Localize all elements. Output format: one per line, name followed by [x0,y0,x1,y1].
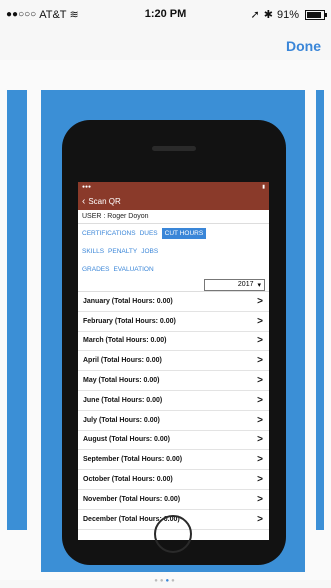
month-row: March (Total Hours: 0.00) > [78,332,269,352]
month-label: July (Total Hours: 0.00) [83,416,160,424]
tab-dues: DUES [139,229,158,237]
year-value: 2017 [237,281,254,288]
chevron-right-icon: > [257,513,263,525]
phone-speaker [152,146,196,151]
user-label: USER : Roger Doyon [78,210,269,224]
chevron-right-icon: > [257,493,263,505]
status-right: ➚ ✱ 91% [250,8,327,21]
month-row: May (Total Hours: 0.00) > [78,371,269,391]
chevron-right-icon: > [257,454,263,466]
tab-penalty: PENALTY [108,247,138,255]
month-row: September (Total Hours: 0.00) > [78,450,269,471]
chevron-right-icon: > [257,414,263,426]
status-bar: ●●○○○ AT&T ≋ 1:20 PM ➚ ✱ 91% [0,0,331,28]
next-image-preview[interactable] [316,90,324,530]
inner-nav-title: Scan QR [88,196,121,206]
chevron-right-icon: > [257,295,263,307]
image-viewer: ●●● ▮ ‹ Scan QR USER : Roger Doyon CERTIF… [0,60,331,580]
back-chevron-icon: ‹ [82,195,86,207]
chevron-right-icon: > [257,434,263,446]
month-row: February (Total Hours: 0.00) > [78,312,269,332]
month-label: March (Total Hours: 0.00) [83,337,167,345]
phone-home-button [154,515,192,553]
tab-skills: SKILLS [82,247,105,255]
month-label: October (Total Hours: 0.00) [83,476,173,484]
bluetooth-icon: ✱ [263,9,273,21]
chevron-right-icon: > [257,315,263,327]
month-label: January (Total Hours: 0.00) [83,297,173,305]
tab-grades: GRADES [82,265,110,273]
tab-row-2: SKILLS PENALTY JOBS [78,242,269,260]
page-dot: ● [171,578,177,584]
battery-icon [305,9,327,20]
location-icon: ➚ [250,9,260,21]
tab-row-3: GRADES EVALUATION [78,260,269,278]
month-row: April (Total Hours: 0.00) > [78,351,269,372]
chevron-right-icon: > [257,474,263,486]
month-list: January (Total Hours: 0.00) > February (T… [78,292,269,530]
tab-evaluation: EVALUATION [113,265,154,273]
month-label: June (Total Hours: 0.00) [83,396,163,404]
previous-image-preview[interactable] [7,90,27,530]
month-label: August (Total Hours: 0.00) [83,436,170,444]
month-row: October (Total Hours: 0.00) > [78,470,269,490]
page-indicator[interactable]: ●●●● [0,578,331,584]
inner-status-bar: ●●● ▮ [78,182,269,192]
month-row: August (Total Hours: 0.00) > [78,431,269,451]
month-row: June (Total Hours: 0.00) > [78,391,269,411]
month-label: April (Total Hours: 0.00) [83,357,162,365]
phone-screen: ●●● ▮ ‹ Scan QR USER : Roger Doyon CERTIF… [78,182,269,540]
year-select: 2017 ▾ [204,278,265,291]
tab-jobs: JOBS [141,247,159,255]
chevron-right-icon: > [257,335,263,347]
month-label: November (Total Hours: 0.00) [83,495,181,503]
chevron-right-icon: > [257,394,263,406]
done-button[interactable]: Done [286,38,321,54]
dropdown-icon: ▾ [257,281,261,289]
month-label: February (Total Hours: 0.00) [83,317,176,325]
current-image: ●●● ▮ ‹ Scan QR USER : Roger Doyon CERTIF… [41,90,305,572]
chevron-right-icon: > [257,375,263,387]
tab-cut-hours: CUT HOURS [161,227,207,239]
month-label: May (Total Hours: 0.00) [83,377,160,385]
month-row: November (Total Hours: 0.00) > [78,490,269,510]
month-label: September (Total Hours: 0.00) [83,456,183,464]
tab-certifications: CERTIFICATIONS [82,229,136,237]
phone-frame: ●●● ▮ ‹ Scan QR USER : Roger Doyon CERTIF… [62,120,286,565]
month-row: January (Total Hours: 0.00) > [78,292,269,312]
chevron-right-icon: > [257,355,263,367]
battery-label: 91% [276,8,299,21]
inner-nav-bar: ‹ Scan QR [78,192,269,210]
tab-row-1: CERTIFICATIONS DUES CUT HOURS [78,224,269,242]
month-row: July (Total Hours: 0.00) > [78,411,269,431]
year-row: 2017 ▾ [78,278,269,292]
